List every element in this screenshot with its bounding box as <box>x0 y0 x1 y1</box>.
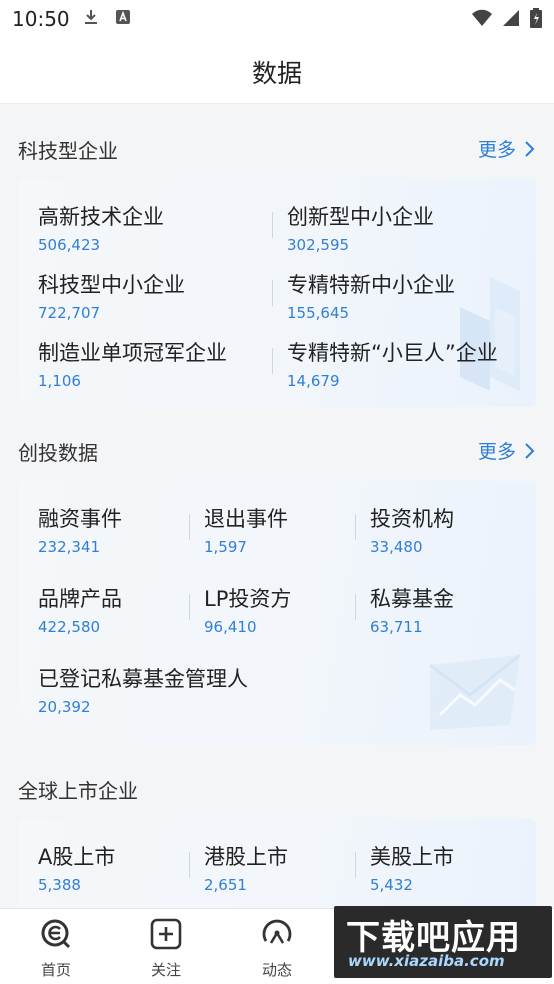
divider <box>189 852 190 878</box>
signal-icon <box>503 10 519 26</box>
stat-item[interactable]: 美股上市 5,432 <box>370 841 454 894</box>
stat-name: 专精特新中小企业 <box>287 273 455 297</box>
stat-value: 155,645 <box>287 304 350 322</box>
stat-value: 422,580 <box>38 618 101 636</box>
stat-name: A股上市 <box>38 845 116 869</box>
card-listed-enterprises: A股上市 5,388 港股上市 2,651 美股上市 5,432 <box>18 819 536 908</box>
tab-feed[interactable]: 动态 <box>237 917 317 980</box>
divider <box>189 594 190 620</box>
stat-value: 722,707 <box>38 304 101 322</box>
stat-item[interactable]: 已登记私募基金管理人 20,392 <box>38 663 248 716</box>
stat-name: 私募基金 <box>370 587 454 611</box>
more-label: 更多 <box>477 441 516 463</box>
stat-name: 制造业单项冠军企业 <box>38 341 227 365</box>
section-title: 创投数据 <box>18 441 98 465</box>
watermark-logo: 下载吧应用 www.xiazaiba.com <box>334 906 552 978</box>
stat-value: 506,423 <box>38 236 101 254</box>
watermark-url-text: www.xiazaiba.com <box>348 952 505 970</box>
more-label: 更多 <box>477 139 516 161</box>
divider <box>272 280 273 306</box>
stat-item[interactable]: 制造业单项冠军企业 1,106 <box>38 337 227 390</box>
stat-item[interactable]: 港股上市 2,651 <box>204 841 288 894</box>
divider <box>355 852 356 878</box>
stat-name: 科技型中小企业 <box>38 273 185 297</box>
section-title: 科技型企业 <box>18 139 118 163</box>
stat-item[interactable]: 私募基金 63,711 <box>370 583 454 636</box>
divider <box>272 348 273 374</box>
chevron-right-icon <box>525 140 535 157</box>
stat-value: 33,480 <box>370 538 423 556</box>
more-link-vc[interactable]: 更多 <box>478 437 536 464</box>
stat-name: 投资机构 <box>370 507 454 531</box>
stat-name: 港股上市 <box>204 845 288 869</box>
stat-name: 退出事件 <box>204 507 288 531</box>
stat-item[interactable]: A股上市 5,388 <box>38 841 115 894</box>
stat-name: 专精特新“小巨人”企业 <box>287 341 498 365</box>
stat-value: 1,597 <box>204 538 247 556</box>
stat-item[interactable]: 科技型中小企业 722,707 <box>38 269 185 322</box>
envelope-decoration-icon <box>429 653 521 730</box>
stat-name: 创新型中小企业 <box>287 205 434 229</box>
tab-label: 动态 <box>261 961 292 979</box>
card-vc-data: 融资事件 232,341 退出事件 1,597 投资机构 33,480 品牌产品… <box>18 481 536 745</box>
section-header-vc: 创投数据 更多 <box>0 407 554 467</box>
page-title: 数据 <box>251 59 302 88</box>
divider <box>189 514 190 540</box>
plus-square-icon <box>150 918 182 950</box>
stat-name: 美股上市 <box>370 845 454 869</box>
stat-value: 20,392 <box>38 698 91 716</box>
battery-icon <box>530 8 542 28</box>
stat-item[interactable]: 投资机构 33,480 <box>370 503 454 556</box>
stat-value: 5,432 <box>370 876 413 894</box>
home-e-icon <box>41 919 71 949</box>
stat-item[interactable]: 高新技术企业 506,423 <box>38 201 164 254</box>
divider <box>355 514 356 540</box>
stat-name: LP投资方 <box>204 587 292 611</box>
divider <box>355 594 356 620</box>
stat-name: 品牌产品 <box>38 587 122 611</box>
stat-name: 已登记私募基金管理人 <box>38 667 248 691</box>
radar-icon <box>262 919 292 944</box>
content-area[interactable]: 科技型企业 更多 高新技术企业 506,423 创新型中小企业 302,595 … <box>0 105 554 908</box>
stat-value: 14,679 <box>287 372 340 390</box>
stat-item[interactable]: 创新型中小企业 302,595 <box>287 201 434 254</box>
stat-item[interactable]: LP投资方 96,410 <box>204 583 291 636</box>
a-badge-icon <box>116 10 130 24</box>
status-bar: 10:50 <box>0 0 554 38</box>
stat-item[interactable]: 融资事件 232,341 <box>38 503 122 556</box>
stat-value: 96,410 <box>204 618 257 636</box>
tab-label: 关注 <box>150 961 181 979</box>
stat-name: 高新技术企业 <box>38 205 164 229</box>
stat-value: 302,595 <box>287 236 350 254</box>
more-link-tech[interactable]: 更多 <box>478 135 536 162</box>
tab-home[interactable]: 首页 <box>16 917 96 980</box>
stat-item[interactable]: 专精特新“小巨人”企业 14,679 <box>287 337 498 390</box>
card-tech-enterprises: 高新技术企业 506,423 创新型中小企业 302,595 科技型中小企业 7… <box>18 179 536 407</box>
chevron-right-icon <box>525 442 535 459</box>
stat-item[interactable]: 退出事件 1,597 <box>204 503 288 556</box>
stat-name: 融资事件 <box>38 507 122 531</box>
stat-value: 232,341 <box>38 538 101 556</box>
section-title: 全球上市企业 <box>18 779 138 803</box>
stat-item[interactable]: 专精特新中小企业 155,645 <box>287 269 455 322</box>
tab-label: 首页 <box>40 961 71 979</box>
section-header-listed: 全球上市企业 <box>0 745 554 805</box>
tab-follow[interactable]: 关注 <box>126 917 206 980</box>
divider <box>272 212 273 238</box>
download-icon <box>85 10 97 24</box>
status-time: 10:50 <box>12 7 70 31</box>
top-header: 数据 <box>0 38 554 104</box>
section-header-tech: 科技型企业 更多 <box>0 105 554 165</box>
stat-value: 63,711 <box>370 618 423 636</box>
stat-value: 5,388 <box>38 876 81 894</box>
stat-value: 2,651 <box>204 876 247 894</box>
stat-item[interactable]: 品牌产品 422,580 <box>38 583 122 636</box>
stat-value: 1,106 <box>38 372 81 390</box>
wifi-icon <box>472 9 492 26</box>
